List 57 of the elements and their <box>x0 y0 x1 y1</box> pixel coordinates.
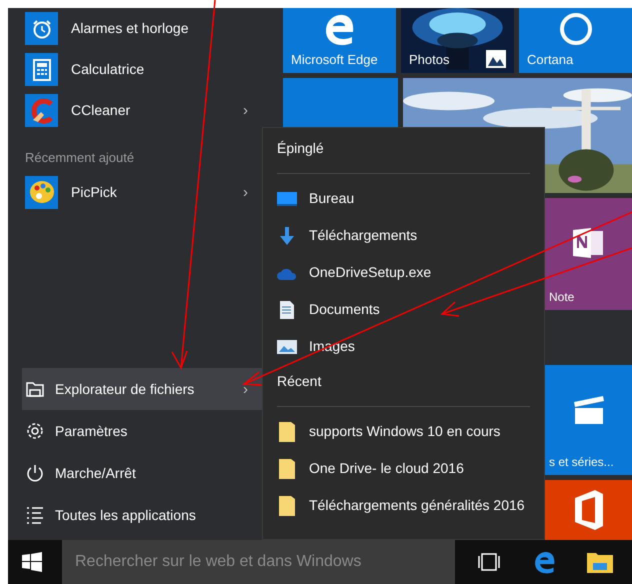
calculator-icon <box>25 53 58 86</box>
edge-icon[interactable] <box>533 550 557 574</box>
app-item[interactable]: Calculatrice <box>8 49 262 90</box>
tile[interactable] <box>283 78 398 127</box>
section-heading: Récent <box>277 372 322 391</box>
office-icon <box>574 490 602 530</box>
tile-label: Note <box>548 289 574 306</box>
jump-list-item[interactable]: OneDriveSetup.exe <box>277 254 530 291</box>
tile[interactable]: Photos <box>401 8 514 73</box>
folder-icon <box>279 422 295 442</box>
desktop-icon <box>277 192 297 206</box>
app-item[interactable]: Alarmes et horloge <box>8 8 262 49</box>
clapperboard-icon <box>572 394 604 424</box>
menu-item[interactable]: Marche/Arrêt <box>22 452 262 494</box>
tile-label: s et séries... <box>548 454 614 471</box>
settings-icon <box>25 421 45 441</box>
power-icon <box>25 463 45 483</box>
chevron-icon: › <box>243 382 248 396</box>
photos-icon <box>486 50 506 68</box>
image-icon <box>277 340 297 354</box>
jump-list-item[interactable]: Documents <box>277 291 530 328</box>
tile[interactable]: Note <box>545 198 632 310</box>
windows-logo-icon <box>22 552 42 572</box>
section-heading: Récemment ajouté <box>24 149 136 167</box>
tile[interactable] <box>545 480 632 540</box>
jump-list-item[interactable]: Bureau <box>277 180 530 217</box>
tile-label: Microsoft Edge <box>291 50 378 69</box>
folder-icon[interactable] <box>587 551 613 573</box>
app-item[interactable]: PicPick › <box>8 172 262 212</box>
onenote-icon <box>572 228 604 258</box>
broom-icon <box>25 94 58 127</box>
tile-label: Cortana <box>527 50 574 68</box>
chevron-icon: › <box>243 184 248 200</box>
download-icon <box>279 226 295 244</box>
task-view-icon[interactable] <box>477 553 501 571</box>
section-heading: Épinglé <box>277 139 325 158</box>
menu-item[interactable]: Toutes les applications <box>22 494 262 536</box>
menu-item[interactable]: Explorateur de fichiers › <box>22 368 262 410</box>
palette-icon <box>25 176 58 208</box>
app-item[interactable]: CCleaner › <box>8 90 262 131</box>
menu-item[interactable]: Paramètres <box>22 410 262 452</box>
jump-list-item[interactable]: One Drive- le cloud 2016 <box>277 450 530 487</box>
tile-label: Photos <box>409 50 450 68</box>
tile[interactable]: s et séries... <box>545 365 632 475</box>
tile[interactable]: Cortana <box>519 8 632 73</box>
jump-list-item[interactable]: supports Windows 10 en cours <box>277 413 530 450</box>
jump-list-item[interactable]: Téléchargements généralités 2016 <box>277 487 530 524</box>
search-field[interactable]: Rechercher sur le web et dans Windows <box>62 540 455 584</box>
circle-icon <box>558 12 592 46</box>
list-icon <box>25 505 45 525</box>
tile[interactable]: Microsoft Edge <box>283 8 396 73</box>
document-icon <box>280 300 294 318</box>
folder-icon <box>279 458 295 478</box>
chevron-icon: › <box>243 103 248 118</box>
jump-list-item[interactable]: Téléchargements <box>277 217 530 254</box>
folder-icon <box>279 496 295 516</box>
alarm-clock-icon <box>25 12 58 45</box>
